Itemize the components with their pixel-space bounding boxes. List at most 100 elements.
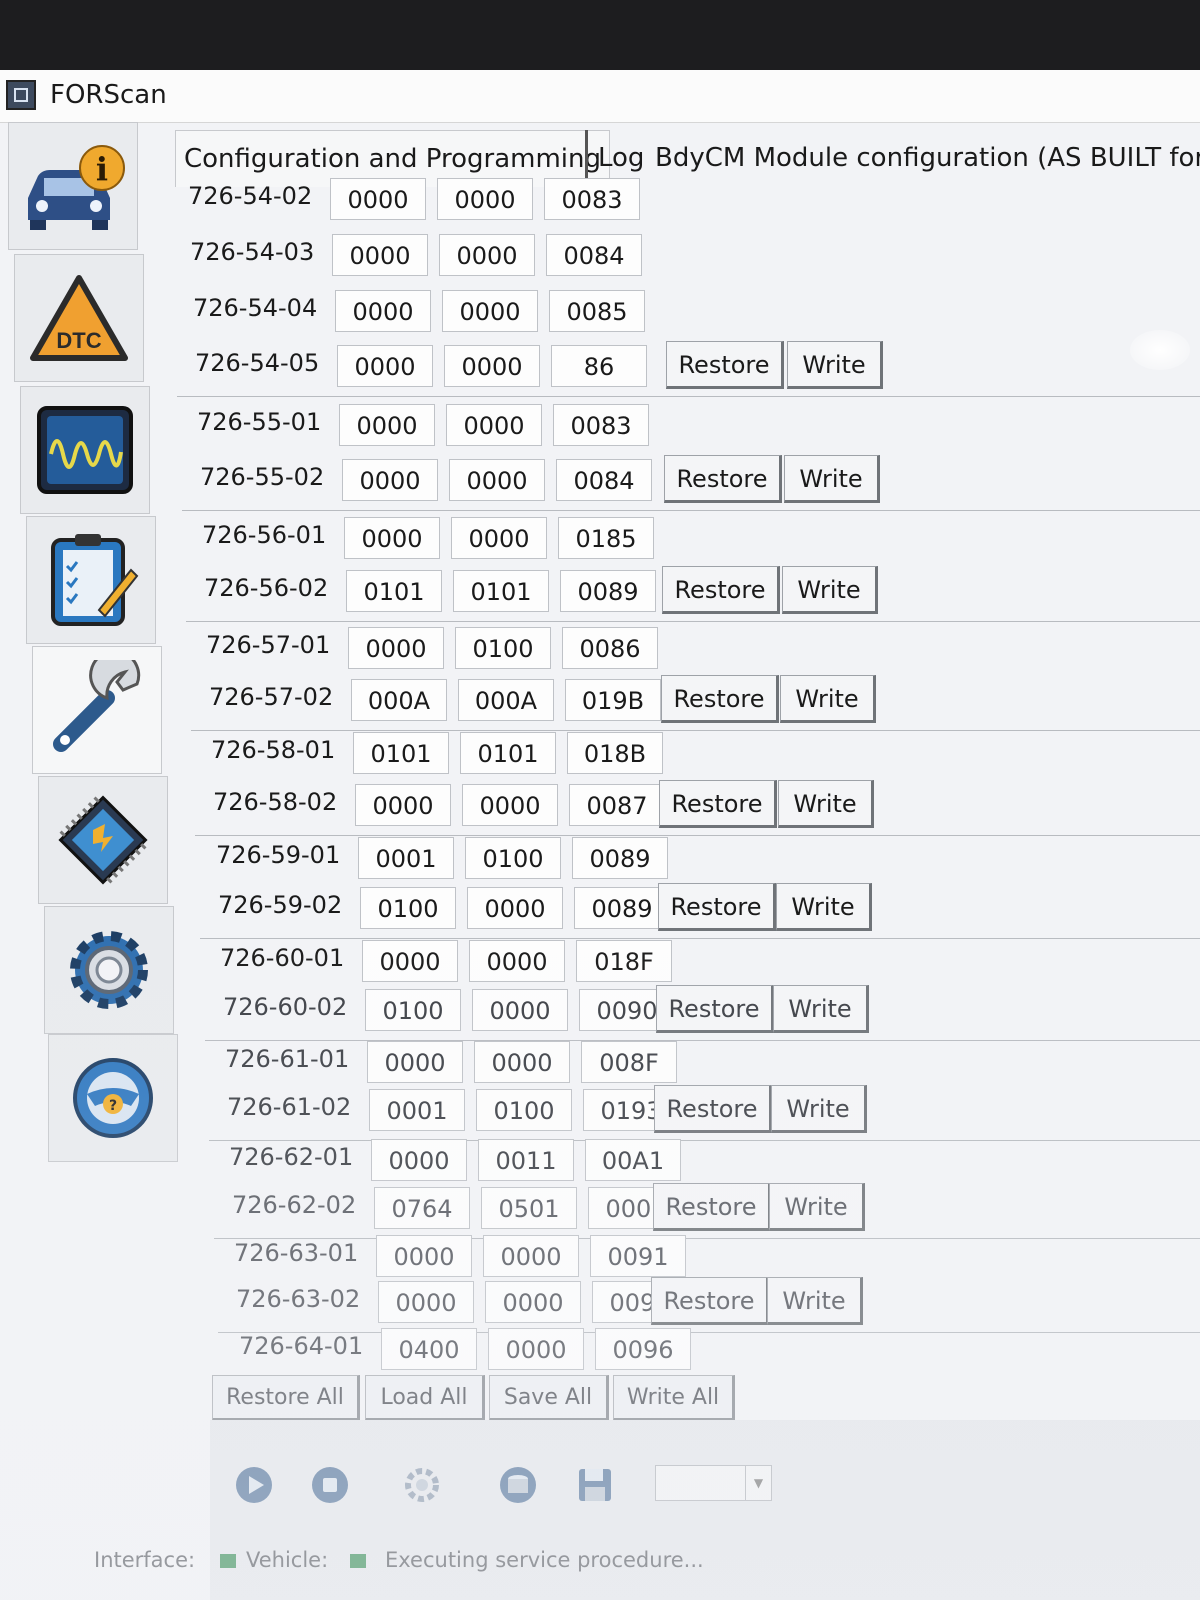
write-button[interactable]: Write <box>773 985 869 1033</box>
value-field[interactable]: 0000 <box>469 940 565 982</box>
group-divider <box>186 621 1200 622</box>
value-field[interactable]: 0084 <box>556 459 652 501</box>
value-field[interactable]: 0089 <box>572 837 668 879</box>
stop-icon[interactable] <box>310 1465 350 1505</box>
restore-button[interactable]: Restore <box>654 1085 772 1133</box>
value-field[interactable]: 0001 <box>358 837 454 879</box>
value-field[interactable]: 000A <box>351 679 447 721</box>
value-field[interactable]: 0100 <box>465 837 561 879</box>
database-icon[interactable] <box>498 1465 538 1505</box>
restore-all-button[interactable]: Restore All <box>212 1375 360 1421</box>
value-field[interactable]: 0100 <box>365 989 461 1031</box>
value-field[interactable]: 0011 <box>478 1139 574 1181</box>
value-field[interactable]: 0000 <box>485 1281 581 1323</box>
value-field[interactable]: 0000 <box>442 290 538 332</box>
restore-button[interactable]: Restore <box>659 780 777 828</box>
value-field[interactable]: 0000 <box>332 234 428 276</box>
write-all-button[interactable]: Write All <box>613 1375 735 1421</box>
value-field[interactable]: 0087 <box>569 784 665 826</box>
write-button[interactable]: Write <box>776 883 872 931</box>
value-field[interactable]: 00A1 <box>585 1139 681 1181</box>
value-field[interactable]: 0084 <box>546 234 642 276</box>
value-field[interactable]: 0000 <box>355 784 451 826</box>
restore-button[interactable]: Restore <box>656 985 774 1033</box>
value-field[interactable]: 0000 <box>367 1041 463 1083</box>
value-field[interactable]: 0083 <box>553 404 649 446</box>
write-button[interactable]: Write <box>771 1085 867 1133</box>
value-field[interactable]: 0000 <box>467 887 563 929</box>
value-field[interactable]: 000A <box>458 679 554 721</box>
write-button[interactable]: Write <box>767 1277 863 1325</box>
value-field[interactable]: 0185 <box>558 517 654 559</box>
value-field[interactable]: 0000 <box>339 404 435 446</box>
value-field[interactable]: 0501 <box>481 1187 577 1229</box>
value-field[interactable]: 0000 <box>483 1235 579 1277</box>
value-field[interactable]: 0000 <box>348 627 444 669</box>
value-field[interactable]: 0000 <box>335 290 431 332</box>
chevron-down-icon: ▼ <box>745 1466 771 1500</box>
value-field[interactable]: 0000 <box>449 459 545 501</box>
value-field[interactable]: 0000 <box>446 404 542 446</box>
row-label: 726-56-02 <box>204 574 329 602</box>
value-field[interactable]: 0096 <box>595 1328 691 1370</box>
value-field[interactable]: 0000 <box>462 784 558 826</box>
load-all-button[interactable]: Load All <box>365 1375 485 1421</box>
write-button[interactable]: Write <box>782 566 878 614</box>
value-field[interactable]: 0000 <box>342 459 438 501</box>
value-field[interactable]: 0000 <box>451 517 547 559</box>
value-field[interactable]: 018B <box>567 732 663 774</box>
value-field[interactable]: 0101 <box>453 570 549 612</box>
value-field[interactable]: 0091 <box>590 1235 686 1277</box>
write-button[interactable]: Write <box>784 455 880 503</box>
value-field[interactable]: 0089 <box>574 887 670 929</box>
save-all-button[interactable]: Save All <box>489 1375 609 1421</box>
value-field[interactable]: 0764 <box>374 1187 470 1229</box>
save-disk-icon[interactable] <box>575 1465 615 1505</box>
value-field[interactable]: 0000 <box>437 178 533 220</box>
write-button[interactable]: Write <box>787 341 883 389</box>
refresh-gear-icon[interactable] <box>402 1465 442 1505</box>
restore-button[interactable]: Restore <box>664 455 782 503</box>
value-field[interactable]: 019B <box>565 679 661 721</box>
value-field[interactable]: 86 <box>551 345 647 387</box>
value-field[interactable]: 0001 <box>369 1089 465 1131</box>
value-field[interactable]: 0101 <box>460 732 556 774</box>
value-field[interactable]: 0000 <box>488 1328 584 1370</box>
restore-button[interactable]: Restore <box>661 675 779 723</box>
value-field[interactable]: 0000 <box>474 1041 570 1083</box>
restore-button[interactable]: Restore <box>666 341 784 389</box>
value-field[interactable]: 0101 <box>346 570 442 612</box>
dropdown-select[interactable]: ▼ <box>655 1465 772 1501</box>
value-field[interactable]: 0400 <box>381 1328 477 1370</box>
value-field[interactable]: 0100 <box>476 1089 572 1131</box>
value-field[interactable]: 0100 <box>360 887 456 929</box>
play-icon[interactable] <box>234 1465 274 1505</box>
value-field[interactable]: 0000 <box>439 234 535 276</box>
value-field[interactable]: 0083 <box>544 178 640 220</box>
restore-button[interactable]: Restore <box>658 883 776 931</box>
value-field[interactable]: 018F <box>576 940 672 982</box>
restore-button[interactable]: Restore <box>653 1183 771 1231</box>
value-field[interactable]: 0000 <box>344 517 440 559</box>
value-field[interactable]: 0000 <box>371 1139 467 1181</box>
value-field[interactable]: 0000 <box>444 345 540 387</box>
value-field[interactable]: 0089 <box>560 570 656 612</box>
value-field[interactable]: 0000 <box>362 940 458 982</box>
value-field[interactable]: 0100 <box>455 627 551 669</box>
value-field[interactable]: 0000 <box>378 1281 474 1323</box>
restore-button[interactable]: Restore <box>662 566 780 614</box>
value-field[interactable]: 0000 <box>330 178 426 220</box>
value-field[interactable]: 0086 <box>562 627 658 669</box>
restore-button[interactable]: Restore <box>651 1277 769 1325</box>
write-button[interactable]: Write <box>778 780 874 828</box>
value-field[interactable]: 0000 <box>337 345 433 387</box>
write-button[interactable]: Write <box>780 675 876 723</box>
value-field[interactable]: 0085 <box>549 290 645 332</box>
write-button[interactable]: Write <box>769 1183 865 1231</box>
value-field[interactable]: 0000 <box>376 1235 472 1277</box>
group-divider <box>182 510 1200 511</box>
row-label: 726-61-01 <box>225 1045 350 1073</box>
value-field[interactable]: 0000 <box>472 989 568 1031</box>
value-field[interactable]: 0101 <box>353 732 449 774</box>
value-field[interactable]: 008F <box>581 1041 677 1083</box>
